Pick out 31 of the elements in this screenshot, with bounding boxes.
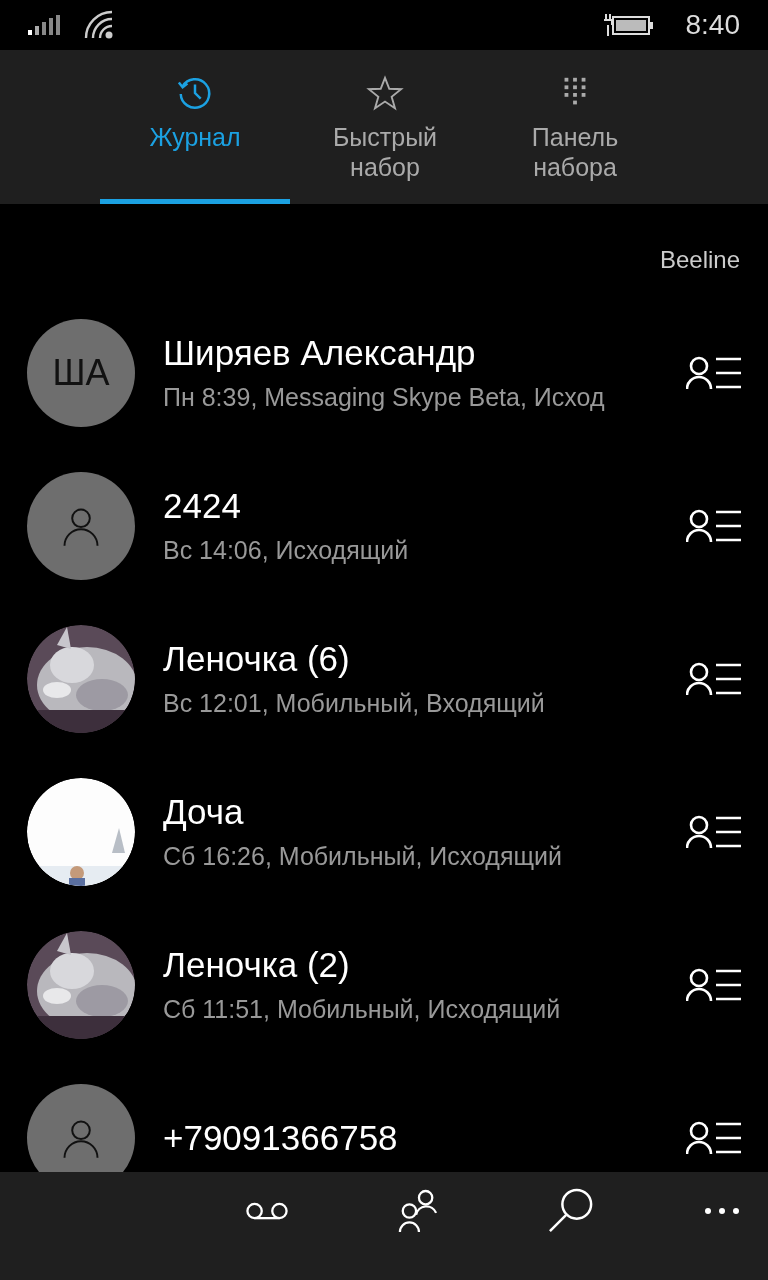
- contact-name: Доча: [163, 792, 245, 832]
- search-icon[interactable]: [548, 1188, 594, 1234]
- contact-details-icon[interactable]: [686, 1120, 742, 1155]
- more-icon[interactable]: [704, 1207, 740, 1215]
- contact-details-icon[interactable]: [686, 661, 742, 696]
- call-details: Вс 14:06, Исходящий: [163, 536, 410, 565]
- contact-details-icon[interactable]: [686, 355, 742, 390]
- wifi-icon: [84, 10, 114, 40]
- battery-charging-icon: [601, 12, 654, 38]
- voicemail-icon[interactable]: [246, 1201, 288, 1221]
- contact-details-icon[interactable]: [686, 967, 742, 1002]
- avatar-initials: ША: [27, 318, 135, 427]
- contact-details-icon[interactable]: [686, 814, 742, 849]
- tab[interactable]: Журнал: [100, 50, 290, 204]
- carrier-name: Beeline: [659, 246, 740, 275]
- contact-name: Ширяев Александр: [163, 333, 477, 373]
- call-details: Вс 12:01, Мобильный, Входящий: [163, 689, 546, 718]
- signal-icon: [28, 15, 60, 35]
- contact-details-icon[interactable]: [686, 508, 742, 543]
- call-details: Сб 11:51, Мобильный, Исходящий: [163, 995, 562, 1024]
- tab[interactable]: Быстрый набор: [290, 50, 480, 204]
- people-icon[interactable]: [398, 1189, 438, 1233]
- call-details: Сб 16:26, Мобильный, Исходящий: [163, 842, 563, 871]
- clock-time: 8:40: [685, 9, 740, 41]
- contact-name: Леночка (6): [163, 639, 351, 679]
- star-icon: [366, 74, 404, 112]
- contact-name: 2424: [163, 486, 242, 526]
- contact-name: Леночка (2): [163, 945, 351, 985]
- call-details: Пн 8:39, Messaging Skype Beta, Исход: [163, 383, 606, 412]
- contact-name: +79091366758: [163, 1117, 399, 1158]
- tab[interactable]: Панель набора: [480, 50, 670, 204]
